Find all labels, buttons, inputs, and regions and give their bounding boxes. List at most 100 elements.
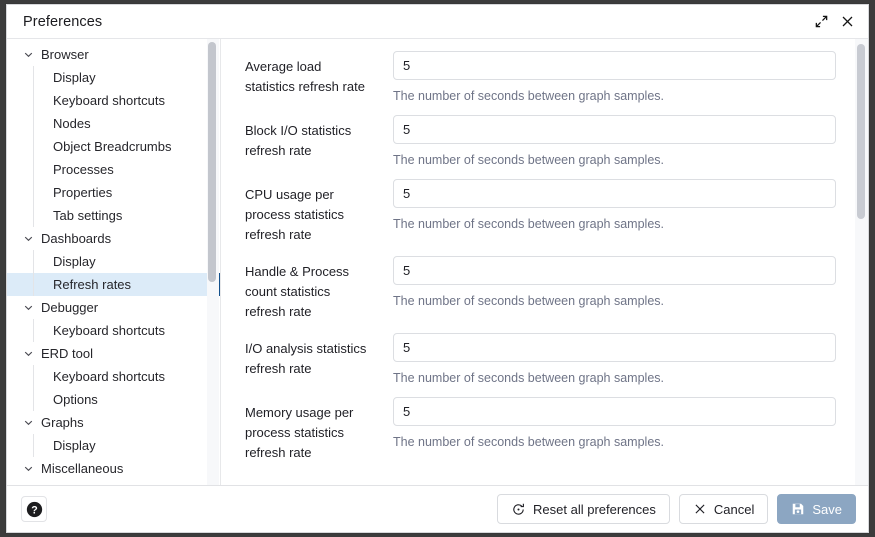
sidebar-scrollbar-track[interactable] — [207, 39, 219, 485]
chevron-down-icon[interactable] — [21, 302, 35, 313]
refresh-rates-form: Average load statistics refresh rate The … — [221, 39, 868, 463]
sidebar-item-label: Keyboard shortcuts — [53, 94, 165, 107]
cancel-button[interactable]: Cancel — [679, 494, 768, 524]
preference-field-help-text: The number of seconds between graph samp… — [393, 293, 836, 309]
preference-field-row: CPU usage per process statistics refresh… — [221, 179, 868, 245]
sidebar-item-label: Display — [53, 255, 96, 268]
preference-field-label: Average load statistics refresh rate — [245, 51, 373, 104]
preference-field-help-text: The number of seconds between graph samp… — [393, 88, 836, 104]
preference-field-help-text: The number of seconds between graph samp… — [393, 434, 836, 450]
refresh-rate-input[interactable] — [393, 51, 836, 80]
sidebar-item-label: Options — [53, 393, 98, 406]
dialog-footer: ? Reset all preferences Cancel — [7, 486, 868, 532]
sidebar-item-label: Display — [53, 71, 96, 84]
refresh-rate-input[interactable] — [393, 397, 836, 426]
sidebar-item-options[interactable]: Options — [7, 388, 220, 411]
close-icon — [693, 502, 707, 516]
preference-field-control: The number of seconds between graph samp… — [393, 51, 868, 104]
save-disk-icon — [791, 502, 805, 516]
refresh-rate-input[interactable] — [393, 179, 836, 208]
preferences-tree[interactable]: Browser Display Keyboard shortcuts Nodes Obj… — [7, 39, 221, 485]
sidebar-item-keyboard-shortcuts[interactable]: Keyboard shortcuts — [7, 89, 220, 112]
sidebar-item-graphs[interactable]: Graphs — [7, 411, 220, 434]
preference-field-label: I/O analysis statistics refresh rate — [245, 333, 373, 386]
sidebar-item-miscellaneous[interactable]: Miscellaneous — [7, 457, 220, 480]
preference-field-help-text: The number of seconds between graph samp… — [393, 152, 836, 168]
sidebar-item-label: Refresh rates — [53, 278, 131, 291]
sidebar-item-erd-tool[interactable]: ERD tool — [7, 342, 220, 365]
refresh-rate-input[interactable] — [393, 115, 836, 144]
sidebar-item-nodes[interactable]: Nodes — [7, 112, 220, 135]
sidebar-item-label: Properties — [53, 186, 112, 199]
sidebar-item-tab-settings[interactable]: Tab settings — [7, 204, 220, 227]
sidebar-item-display[interactable]: Display — [7, 434, 220, 457]
dialog-body: Browser Display Keyboard shortcuts Nodes Obj… — [7, 39, 868, 486]
preference-field-row: Average load statistics refresh rate The … — [221, 51, 868, 104]
preference-field-control: The number of seconds between graph samp… — [393, 179, 868, 245]
preference-field-help-text: The number of seconds between graph samp… — [393, 216, 836, 232]
preference-field-row: Handle & Process count statistics refres… — [221, 256, 868, 322]
sidebar-scrollbar-thumb[interactable] — [208, 42, 216, 282]
preference-field-control: The number of seconds between graph samp… — [393, 333, 868, 386]
sidebar-item-label: Browser — [41, 48, 89, 61]
preferences-tree-list: Browser Display Keyboard shortcuts Nodes Obj… — [7, 43, 220, 480]
refresh-rate-input[interactable] — [393, 256, 836, 285]
save-button[interactable]: Save — [777, 494, 856, 524]
sidebar-item-object-breadcrumbs[interactable]: Object Breadcrumbs — [7, 135, 220, 158]
preference-field-label: Memory usage per process statistics refr… — [245, 397, 373, 463]
sidebar-item-dashboards[interactable]: Dashboards — [7, 227, 220, 250]
preference-field-row: I/O analysis statistics refresh rate The … — [221, 333, 868, 386]
close-icon[interactable] — [834, 9, 860, 35]
sidebar-item-label: Graphs — [41, 416, 84, 429]
dialog-title: Preferences — [23, 14, 808, 30]
sidebar-item-label: Miscellaneous — [41, 462, 123, 475]
sidebar-item-debugger[interactable]: Debugger — [7, 296, 220, 319]
sidebar-item-browser[interactable]: Browser — [7, 43, 220, 66]
preference-field-control: The number of seconds between graph samp… — [393, 256, 868, 322]
sidebar-item-label: Tab settings — [53, 209, 122, 222]
chevron-down-icon[interactable] — [21, 348, 35, 359]
preference-field-help-text: The number of seconds between graph samp… — [393, 370, 836, 386]
preference-field-label: Block I/O statistics refresh rate — [245, 115, 373, 168]
sidebar-item-display[interactable]: Display — [7, 66, 220, 89]
refresh-rate-input[interactable] — [393, 333, 836, 362]
sidebar-item-label: Debugger — [41, 301, 98, 314]
sidebar-item-label: Keyboard shortcuts — [53, 324, 165, 337]
preference-field-row: Memory usage per process statistics refr… — [221, 397, 868, 463]
chevron-down-icon[interactable] — [21, 463, 35, 474]
preference-field-control: The number of seconds between graph samp… — [393, 397, 868, 463]
sidebar-item-label: Nodes — [53, 117, 91, 130]
sidebar-item-processes[interactable]: Processes — [7, 158, 220, 181]
sidebar-item-keyboard-shortcuts[interactable]: Keyboard shortcuts — [7, 365, 220, 388]
sidebar-item-refresh-rates[interactable]: Refresh rates — [7, 273, 220, 296]
content-scrollbar-thumb[interactable] — [857, 44, 865, 219]
sidebar-item-label: Display — [53, 439, 96, 452]
sidebar-item-label: ERD tool — [41, 347, 93, 360]
reset-all-preferences-button[interactable]: Reset all preferences — [497, 494, 670, 524]
sidebar-item-label: Processes — [53, 163, 114, 176]
chevron-down-icon[interactable] — [21, 49, 35, 60]
svg-text:?: ? — [31, 504, 37, 516]
help-circle-icon[interactable]: ? — [21, 496, 47, 522]
reset-all-preferences-label: Reset all preferences — [533, 502, 656, 517]
sidebar-item-keyboard-shortcuts[interactable]: Keyboard shortcuts — [7, 319, 220, 342]
expand-icon[interactable] — [808, 9, 834, 35]
preference-field-label: Handle & Process count statistics refres… — [245, 256, 373, 322]
rotate-reset-icon — [511, 502, 526, 517]
preference-field-label: CPU usage per process statistics refresh… — [245, 179, 373, 245]
chevron-down-icon[interactable] — [21, 233, 35, 244]
dialog-titlebar: Preferences — [7, 5, 868, 39]
sidebar-item-label: Object Breadcrumbs — [53, 140, 172, 153]
content-scrollbar-track[interactable] — [855, 39, 868, 485]
sidebar-item-label: Keyboard shortcuts — [53, 370, 165, 383]
sidebar-item-label: Dashboards — [41, 232, 111, 245]
preferences-content: Average load statistics refresh rate The … — [221, 39, 868, 485]
chevron-down-icon[interactable] — [21, 417, 35, 428]
sidebar-item-display[interactable]: Display — [7, 250, 220, 273]
preference-field-control: The number of seconds between graph samp… — [393, 115, 868, 168]
preference-field-row: Block I/O statistics refresh rate The num… — [221, 115, 868, 168]
preferences-dialog: Preferences Browser Display Keyboard short… — [6, 4, 869, 533]
sidebar-item-properties[interactable]: Properties — [7, 181, 220, 204]
cancel-label: Cancel — [714, 502, 754, 517]
save-label: Save — [812, 502, 842, 517]
